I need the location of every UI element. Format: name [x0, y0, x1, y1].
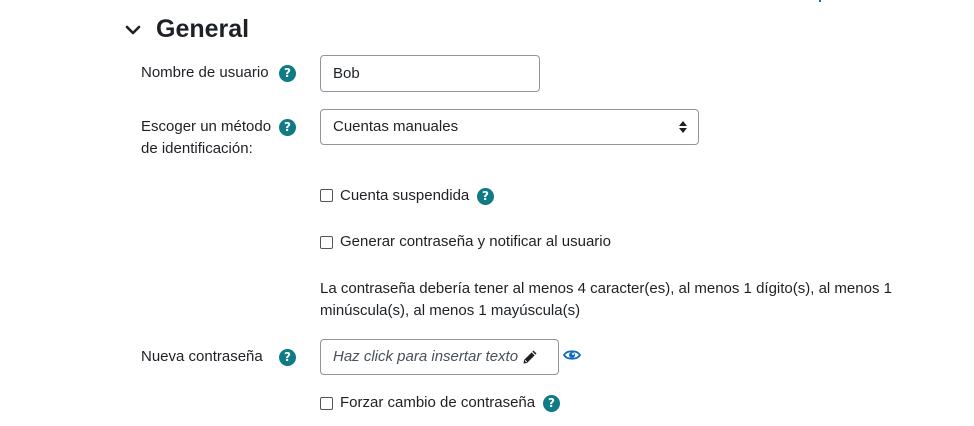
generate-password-label[interactable]: Generar contraseña y notificar al usuari… [340, 231, 611, 253]
help-icon[interactable]: ? [477, 188, 494, 205]
suspended-label[interactable]: Cuenta suspendida [340, 185, 469, 207]
top-edge-fragment [819, 0, 821, 2]
auth-method-label-line2: de identificación: [141, 140, 253, 157]
select-arrows-icon [679, 121, 687, 133]
force-change-checkbox[interactable] [320, 397, 333, 410]
auth-method-label-line1: Escoger un método [141, 118, 272, 135]
pencil-icon[interactable] [522, 349, 538, 365]
help-icon[interactable]: ? [279, 119, 296, 136]
chevron-down-icon[interactable] [124, 22, 142, 38]
password-policy-line2: minúscula(s), al menos 1 mayúscula(s) [320, 302, 581, 319]
eye-icon[interactable] [563, 347, 581, 363]
new-password-label: Nueva contraseña [141, 348, 263, 365]
username-label: Nombre de usuario [141, 64, 269, 81]
auth-method-select[interactable]: Cuentas manuales [320, 109, 699, 145]
help-icon[interactable]: ? [279, 65, 296, 82]
help-icon[interactable]: ? [279, 349, 296, 366]
password-policy-text: La contraseña debería tener al menos 4 c… [320, 278, 920, 322]
force-change-label[interactable]: Forzar cambio de contraseña [340, 392, 535, 414]
password-policy-line1: La contraseña debería tener al menos 4 c… [320, 280, 892, 297]
username-input[interactable] [320, 55, 540, 92]
auth-method-selected-value: Cuentas manuales [333, 118, 459, 135]
auth-method-label: Escoger un método de identificación: [141, 116, 271, 160]
section-title[interactable]: General [156, 13, 249, 45]
new-password-placeholder: Haz click para insertar texto [333, 348, 519, 365]
generate-password-checkbox[interactable] [320, 236, 333, 249]
help-icon[interactable]: ? [543, 395, 560, 412]
suspended-checkbox[interactable] [320, 189, 333, 202]
new-password-field[interactable]: Haz click para insertar texto [320, 339, 559, 375]
